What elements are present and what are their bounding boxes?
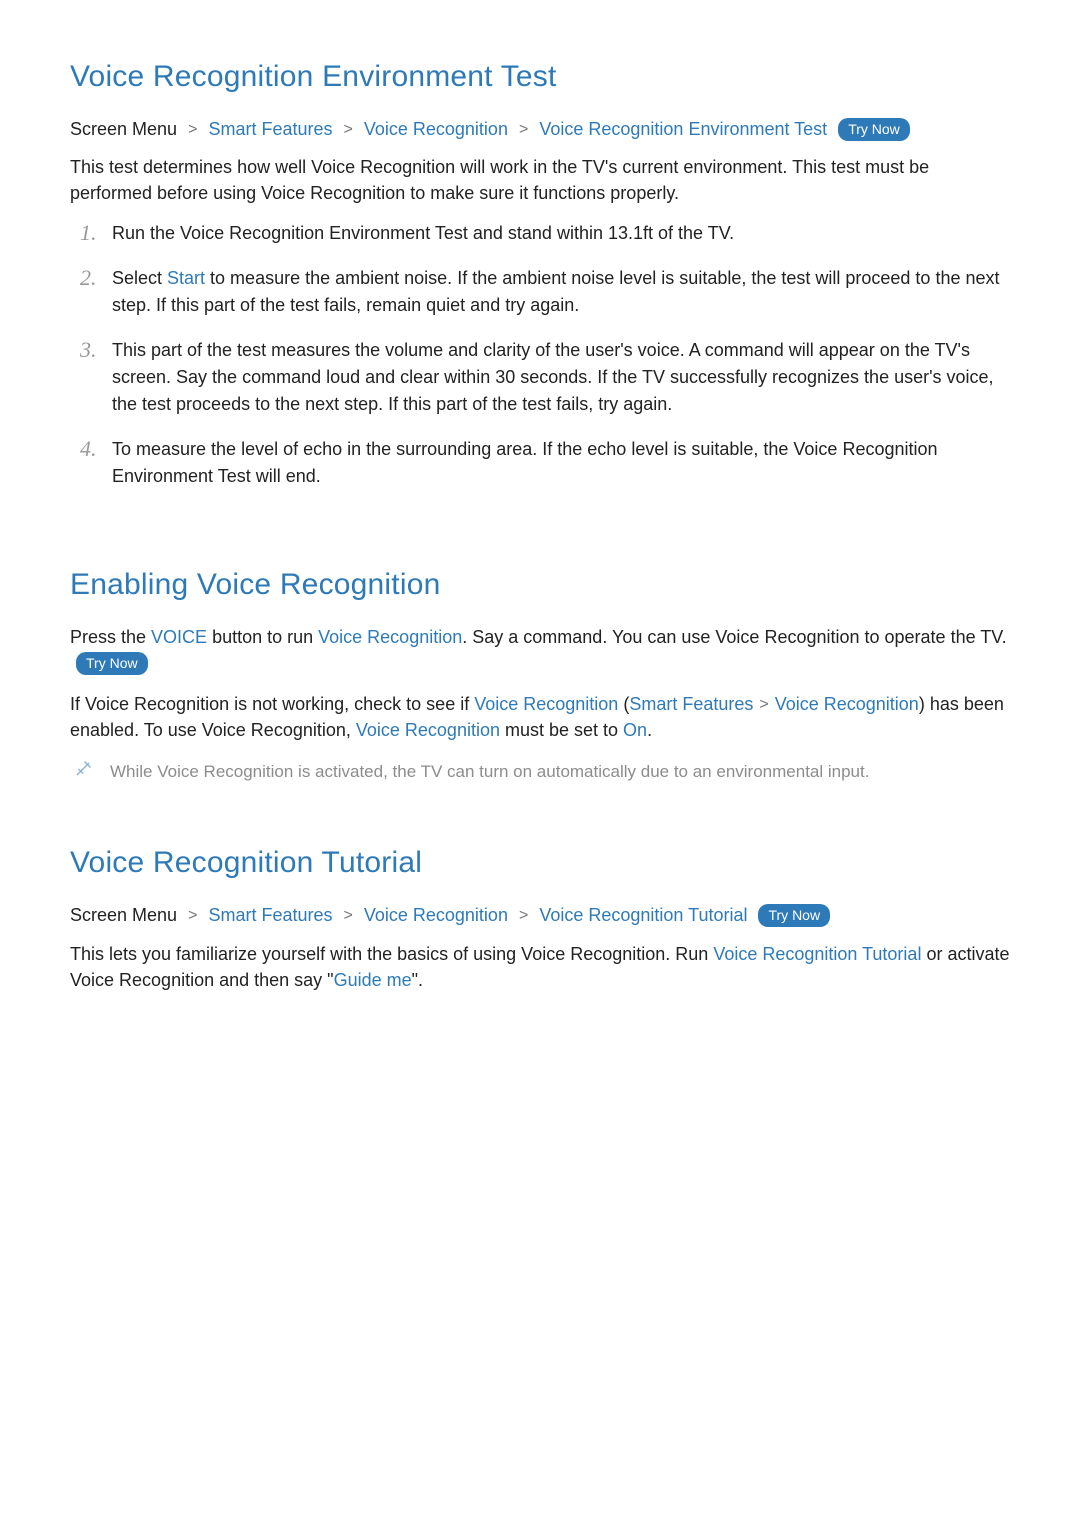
breadcrumb-item: Voice Recognition xyxy=(364,119,508,139)
highlight-voice-recognition: Voice Recognition xyxy=(474,694,618,714)
try-now-pill[interactable]: Try Now xyxy=(76,652,148,675)
step-text: Select xyxy=(112,268,167,288)
chevron-icon: > xyxy=(182,121,203,138)
text: must be set to xyxy=(500,720,623,740)
paragraph: This lets you familiarize yourself with … xyxy=(70,941,1010,993)
step-text: Run the Voice Recognition Environment Te… xyxy=(112,223,734,243)
breadcrumb-item: Smart Features xyxy=(629,694,753,714)
breadcrumb-root: Screen Menu xyxy=(70,905,177,925)
highlight-voice-recognition: Voice Recognition xyxy=(356,720,500,740)
step-list: Run the Voice Recognition Environment Te… xyxy=(70,220,1010,508)
chevron-icon: > xyxy=(753,696,774,713)
section-title: Enabling Voice Recognition xyxy=(70,568,1010,602)
section-environment-test: Voice Recognition Environment Test Scree… xyxy=(70,60,1010,508)
highlight-voice: VOICE xyxy=(151,627,207,647)
note-icon xyxy=(74,760,92,786)
text: If Voice Recognition is not working, che… xyxy=(70,694,474,714)
breadcrumb-item: Voice Recognition xyxy=(364,905,508,925)
step-text: to measure the ambient noise. If the amb… xyxy=(112,268,1000,315)
note: While Voice Recognition is activated, th… xyxy=(70,757,1010,787)
highlight-on: On xyxy=(623,720,647,740)
document-page: Voice Recognition Environment Test Scree… xyxy=(0,0,1080,1527)
step-text: To measure the level of echo in the surr… xyxy=(112,439,938,486)
highlight-guide-me: Guide me xyxy=(334,970,412,990)
list-item: Select Start to measure the ambient nois… xyxy=(80,265,1010,337)
try-now-pill[interactable]: Try Now xyxy=(838,118,910,141)
list-item: This part of the test measures the volum… xyxy=(80,337,1010,436)
breadcrumb-root: Screen Menu xyxy=(70,119,177,139)
chevron-icon: > xyxy=(513,907,534,924)
list-item: To measure the level of echo in the surr… xyxy=(80,436,1010,508)
try-now-pill[interactable]: Try Now xyxy=(758,904,830,927)
text: . xyxy=(647,720,652,740)
highlight-start: Start xyxy=(167,268,205,288)
highlight-voice-recognition: Voice Recognition xyxy=(318,627,462,647)
chevron-icon: > xyxy=(513,121,534,138)
breadcrumb-item: Voice Recognition xyxy=(775,694,919,714)
note-text: While Voice Recognition is activated, th… xyxy=(110,762,869,781)
section-voice-recognition-tutorial: Voice Recognition Tutorial Screen Menu >… xyxy=(70,846,1010,992)
text: Press the xyxy=(70,627,151,647)
chevron-icon: > xyxy=(182,907,203,924)
text: . Say a command. You can use Voice Recog… xyxy=(462,627,1006,647)
text: This lets you familiarize yourself with … xyxy=(70,944,713,964)
paragraph: If Voice Recognition is not working, che… xyxy=(70,691,1010,743)
paragraph: Press the VOICE button to run Voice Reco… xyxy=(70,624,1010,676)
text: button to run xyxy=(207,627,318,647)
section-title: Voice Recognition Tutorial xyxy=(70,846,1010,880)
text: ". xyxy=(412,970,423,990)
section-title: Voice Recognition Environment Test xyxy=(70,60,1010,94)
section-enabling-voice-recognition: Enabling Voice Recognition Press the VOI… xyxy=(70,568,1010,786)
breadcrumb-item: Smart Features xyxy=(208,119,332,139)
breadcrumb: Screen Menu > Smart Features > Voice Rec… xyxy=(70,902,1010,928)
text: ( xyxy=(618,694,629,714)
step-text: This part of the test measures the volum… xyxy=(112,340,994,414)
breadcrumb-item: Smart Features xyxy=(208,905,332,925)
breadcrumb-item: Voice Recognition Tutorial xyxy=(539,905,747,925)
list-item: Run the Voice Recognition Environment Te… xyxy=(80,220,1010,265)
chevron-icon: > xyxy=(338,121,359,138)
highlight-voice-recognition-tutorial: Voice Recognition Tutorial xyxy=(713,944,921,964)
intro-text: This test determines how well Voice Reco… xyxy=(70,154,1010,206)
breadcrumb: Screen Menu > Smart Features > Voice Rec… xyxy=(70,116,1010,142)
chevron-icon: > xyxy=(338,907,359,924)
breadcrumb-item: Voice Recognition Environment Test xyxy=(539,119,827,139)
